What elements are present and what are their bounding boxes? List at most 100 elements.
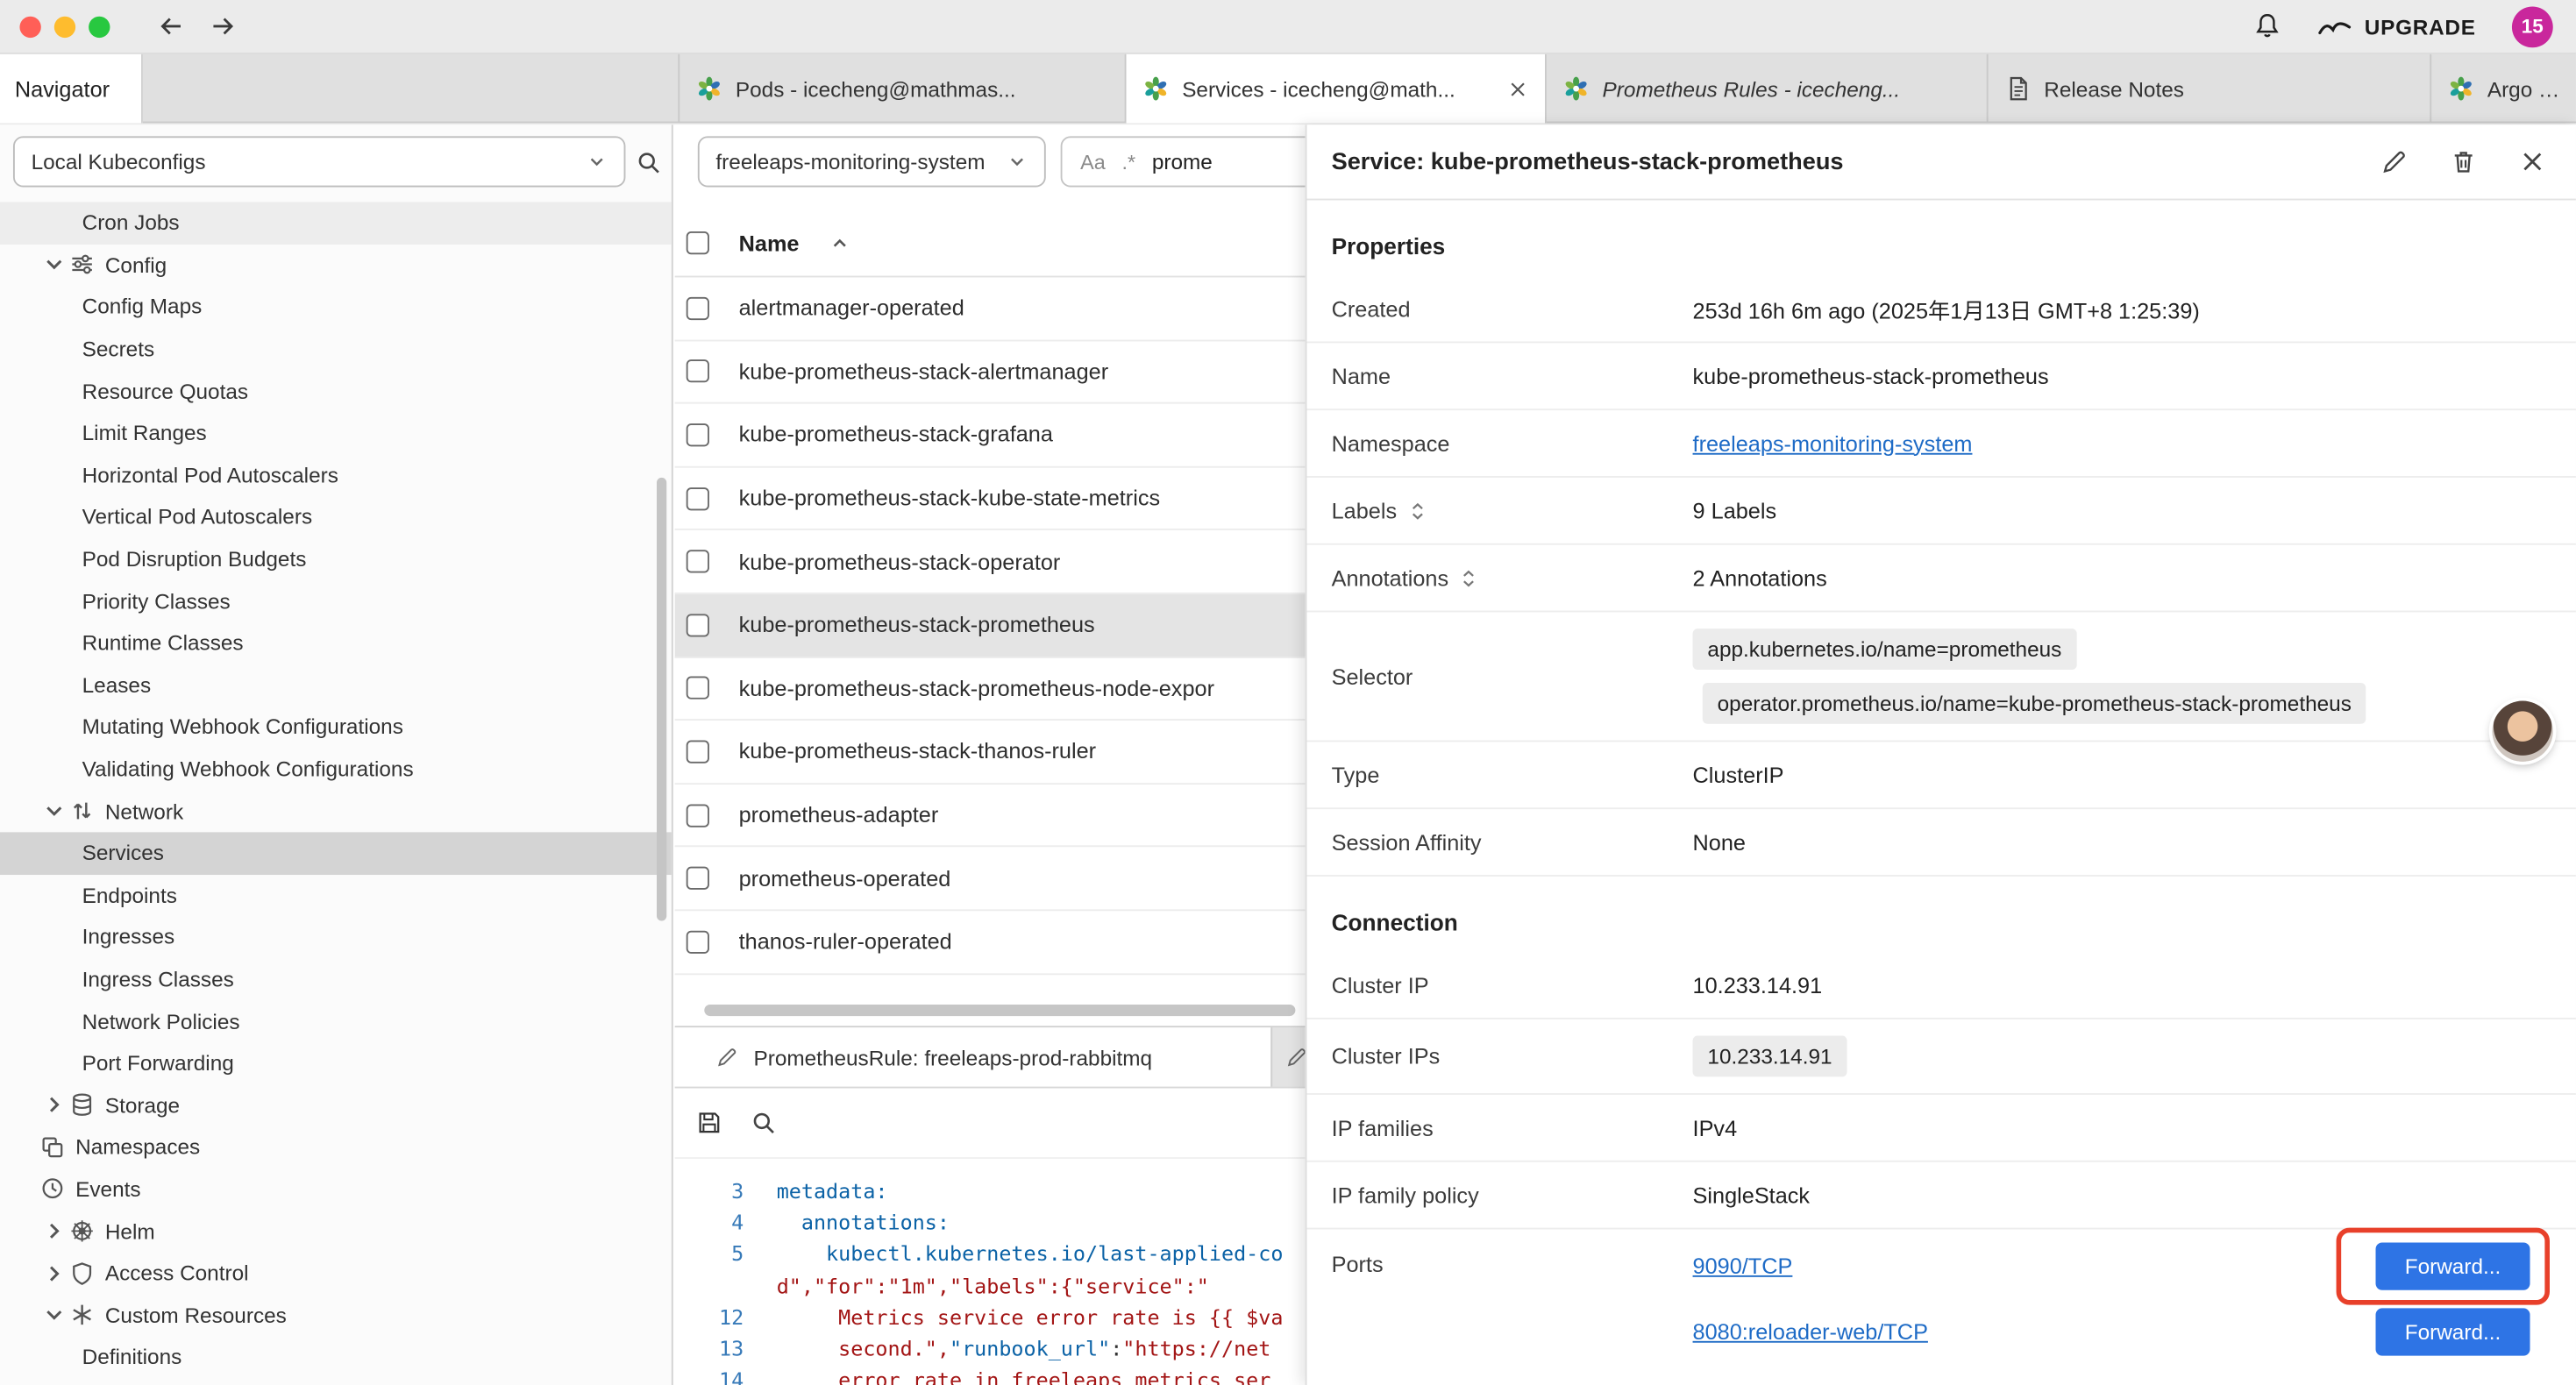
editor-tab-next[interactable] [1270,1027,1305,1086]
table-row[interactable]: kube-prometheus-stack-prometheus-node-ex… [675,657,1306,721]
sidebar-item-runtime-classes[interactable]: Runtime Classes [0,622,672,664]
property-key: Selector [1332,664,1413,688]
sidebar-item-label: Pod Disruption Budgets [82,547,307,572]
notifications-bell-icon[interactable] [2252,11,2282,41]
sidebar-item-ingress-classes[interactable]: Ingress Classes [0,958,672,1000]
sidebar-item-leases[interactable]: Leases [0,664,672,706]
row-checkbox[interactable] [687,804,709,827]
row-checkbox[interactable] [687,930,709,953]
back-button[interactable] [156,11,186,41]
maximize-window-button[interactable] [89,16,110,37]
expander-icon[interactable] [1408,498,1427,522]
match-case-toggle[interactable]: Aa [1080,150,1106,173]
row-checkbox[interactable] [687,423,709,446]
sidebar-item-resource-quotas[interactable]: Resource Quotas [0,370,672,412]
edit-icon[interactable] [2380,148,2409,176]
code-editor[interactable]: 3metadata:4 annotations:5 kubectl.kubern… [675,1159,1306,1385]
upgrade-button[interactable]: UPGRADE [2318,14,2475,39]
row-checkbox[interactable] [687,360,709,383]
sidebar-item-ingresses[interactable]: Ingresses [0,916,672,958]
save-icon[interactable] [696,1110,722,1136]
row-checkbox[interactable] [687,487,709,509]
close-window-button[interactable] [19,16,40,37]
tab-pods-icecheng-mathmas[interactable]: Pods - icecheng@mathmas... [680,54,1126,124]
navigator-panel-tab[interactable]: Navigator [0,54,143,124]
sidebar-item-network[interactable]: Network [0,790,672,832]
forward-button[interactable]: Forward... [2376,1307,2530,1354]
sidebar-item-validating-webhook-configurations[interactable]: Validating Webhook Configurations [0,748,672,790]
close-drawer-icon[interactable] [2518,148,2546,176]
sidebar-item-access-control[interactable]: Access Control [0,1252,672,1294]
line-number: 3 [675,1175,744,1207]
user-avatar[interactable] [2492,701,2552,762]
close-tab-icon[interactable] [1507,78,1528,99]
port-link[interactable]: 8080:reloader-web/TCP [1693,1319,1928,1344]
notification-count-badge[interactable]: 15 [2512,6,2553,47]
sidebar-item-label: Custom Resources [105,1303,287,1327]
sidebar-item-label: Vertical Pod Autoscalers [82,505,313,529]
editor-tab-prometheusrule[interactable]: PrometheusRule: freeleaps-prod-rabbitmq [675,1027,1271,1086]
table-row[interactable]: prometheus-adapter [675,785,1306,848]
sidebar-item-events[interactable]: Events [0,1168,672,1211]
sidebar-item-limit-ranges[interactable]: Limit Ranges [0,412,672,454]
tab-services-icecheng-math[interactable]: Services - icecheng@math... [1127,54,1547,124]
table-row[interactable]: kube-prometheus-stack-kube-state-metrics [675,467,1306,530]
table-row[interactable]: kube-prometheus-stack-alertmanager [675,341,1306,404]
table-row[interactable]: prometheus-operated [675,848,1306,911]
kubeconfig-selector[interactable]: Local Kubeconfigs [13,136,625,187]
tab-argo-se[interactable]: Argo Se [2431,54,2576,124]
minimize-window-button[interactable] [54,16,75,37]
table-row[interactable]: kube-prometheus-stack-prometheus [675,594,1306,657]
sidebar-item-helm[interactable]: Helm [0,1211,672,1253]
tab-release-notes[interactable]: Release Notes [1989,54,2432,124]
table-row[interactable]: kube-prometheus-stack-operator [675,531,1306,594]
row-checkbox[interactable] [687,740,709,763]
sidebar-item-horizontal-pod-autoscalers[interactable]: Horizontal Pod Autoscalers [0,454,672,496]
sidebar-item-cron-jobs[interactable]: Cron Jobs [0,202,672,244]
forward-button[interactable] [209,11,238,41]
table-row[interactable]: kube-prometheus-stack-grafana [675,404,1306,467]
row-checkbox[interactable] [687,614,709,636]
sidebar-scrollbar-thumb[interactable] [657,478,666,921]
sidebar-item-port-forwarding[interactable]: Port Forwarding [0,1042,672,1084]
namespace-link[interactable]: freeleaps-monitoring-system [1693,431,1973,456]
sidebar-item-vertical-pod-autoscalers[interactable]: Vertical Pod Autoscalers [0,496,672,538]
table-row[interactable]: kube-prometheus-stack-thanos-ruler [675,721,1306,784]
sidebar-item-secrets[interactable]: Secrets [0,328,672,370]
code-text: Metrics service error rate is {{ $va [744,1301,1283,1332]
sidebar-item-priority-classes[interactable]: Priority Classes [0,580,672,622]
row-checkbox[interactable] [687,550,709,573]
row-checkbox[interactable] [687,677,709,700]
editor-search-icon[interactable] [751,1110,777,1136]
sidebar-search-icon[interactable] [636,148,662,174]
sidebar-item-services[interactable]: Services [0,832,672,874]
titlebar-right: UPGRADE 15 [2252,6,2576,47]
list-search-input[interactable]: Aa .* prome [1061,136,1306,187]
sidebar-item-mutating-webhook-configurations[interactable]: Mutating Webhook Configurations [0,706,672,748]
sidebar-item-config-maps[interactable]: Config Maps [0,286,672,328]
table-row[interactable]: thanos-ruler-operated [675,911,1306,974]
namespace-selector[interactable]: freeleaps-monitoring-system [698,136,1046,187]
table-row[interactable]: alertmanager-operated [675,277,1306,340]
delete-icon[interactable] [2450,148,2478,176]
sidebar-item-endpoints[interactable]: Endpoints [0,874,672,916]
sidebar-item-custom-resources[interactable]: Custom Resources [0,1294,672,1336]
sort-ascending-icon[interactable] [829,232,850,253]
sidebar-item-network-policies[interactable]: Network Policies [0,1000,672,1042]
expander-icon[interactable] [1460,565,1478,590]
port-link[interactable]: 9090/TCP [1693,1254,1793,1278]
sidebar-item-pod-disruption-budgets[interactable]: Pod Disruption Budgets [0,538,672,580]
horizontal-scrollbar-thumb[interactable] [704,1005,1295,1016]
select-all-checkbox[interactable] [687,231,709,254]
sidebar-item-label: Storage [105,1093,180,1118]
regex-toggle[interactable]: .* [1121,150,1135,173]
sidebar-item-storage[interactable]: Storage [0,1084,672,1126]
sidebar-item-namespaces[interactable]: Namespaces [0,1126,672,1168]
tab-prometheus-rules-icecheng[interactable]: Prometheus Rules - icecheng... [1547,54,1989,124]
sidebar-item-config[interactable]: Config [0,244,672,286]
name-column-header[interactable]: Name [739,231,800,255]
forward-button[interactable]: Forward... [2376,1242,2530,1289]
sidebar-item-definitions[interactable]: Definitions [0,1336,672,1378]
row-checkbox[interactable] [687,297,709,320]
row-checkbox[interactable] [687,867,709,890]
